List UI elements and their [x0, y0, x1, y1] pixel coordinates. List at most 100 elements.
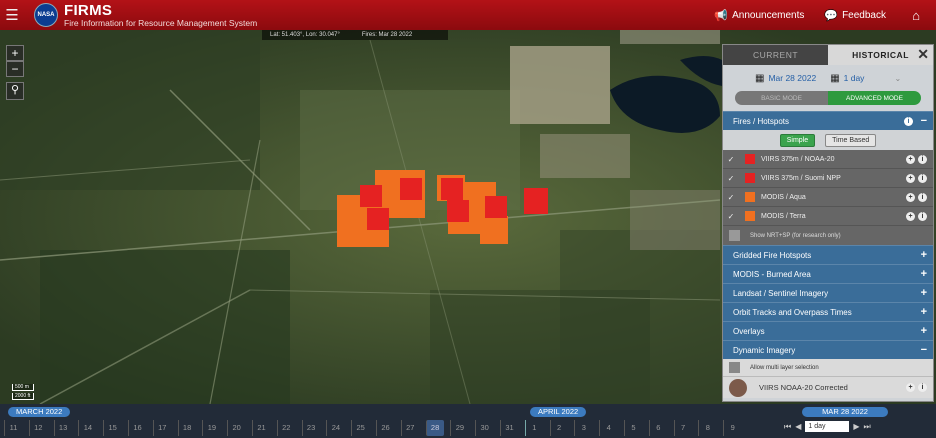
timeline-duration-select[interactable]: 1 day: [805, 421, 850, 432]
timeline-day[interactable]: 26: [376, 420, 394, 436]
timeline-day[interactable]: 25: [351, 420, 369, 436]
timeline-day[interactable]: 6: [648, 420, 667, 436]
timeline-day[interactable]: 12: [28, 420, 47, 436]
add-icon[interactable]: +: [906, 154, 915, 164]
date-picker[interactable]: Mar 28 2022: [768, 73, 816, 83]
timeline-day[interactable]: 15: [103, 420, 121, 436]
timeline-day[interactable]: 20: [227, 420, 245, 436]
layer-row[interactable]: ✓ VIIRS 375m / NOAA-20 + i: [723, 150, 933, 169]
time-based-button[interactable]: Time Based: [825, 133, 877, 147]
hotspot-viirs[interactable]: [485, 196, 507, 218]
timeline-day[interactable]: 11: [4, 420, 22, 436]
check-icon[interactable]: ✓: [723, 174, 739, 183]
timeline-day[interactable]: 13: [53, 420, 72, 436]
add-icon[interactable]: +: [906, 173, 915, 183]
calendar-icon[interactable]: ▦: [755, 73, 764, 84]
hotspot-viirs[interactable]: [447, 200, 469, 222]
timeline-day[interactable]: 29: [450, 420, 468, 436]
add-icon[interactable]: +: [906, 383, 915, 392]
info-icon[interactable]: i: [918, 173, 927, 183]
multi-layer-row[interactable]: Allow multi layer selection: [723, 359, 933, 376]
timeline-day[interactable]: 28: [425, 420, 444, 436]
feedback-link[interactable]: 💬 Feedback: [824, 9, 886, 22]
zoom-in-button[interactable]: +: [6, 45, 24, 61]
timeline-day[interactable]: 31: [500, 420, 518, 436]
collapse-icon[interactable]: −: [921, 344, 927, 356]
hotspot-viirs[interactable]: [441, 178, 463, 200]
duration-select[interactable]: 1 day: [844, 73, 865, 83]
layer-row[interactable]: ✓ MODIS / Aqua + i: [723, 188, 933, 207]
calendar-icon[interactable]: ▦: [830, 73, 839, 84]
expand-icon[interactable]: +: [921, 306, 927, 318]
timeline-day[interactable]: 9: [723, 420, 741, 436]
month-label-april[interactable]: APRIL 2022: [530, 407, 587, 417]
zoom-out-button[interactable]: −: [6, 61, 24, 77]
timeline-day[interactable]: 7: [673, 420, 692, 436]
section-overlays[interactable]: Overlays +: [723, 321, 933, 340]
section-fires-hotspots[interactable]: Fires / Hotspots i −: [723, 111, 933, 130]
info-icon[interactable]: i: [918, 383, 927, 392]
prev-icon[interactable]: ◀: [795, 422, 801, 431]
timeline-day[interactable]: 24: [326, 420, 344, 436]
multi-layer-checkbox[interactable]: [729, 362, 740, 373]
timeline-day[interactable]: 8: [698, 420, 716, 436]
hotspot-viirs[interactable]: [524, 188, 548, 214]
nrt-checkbox[interactable]: [729, 230, 740, 241]
chevron-down-icon[interactable]: ⌄: [894, 74, 901, 83]
expand-icon[interactable]: +: [921, 325, 927, 337]
section-dynamic-imagery[interactable]: Dynamic Imagery −: [723, 340, 933, 359]
check-icon[interactable]: ✓: [723, 212, 739, 221]
timeline-day[interactable]: 4: [599, 420, 617, 436]
close-icon[interactable]: ✕: [917, 46, 929, 63]
timeline-day[interactable]: 17: [152, 420, 171, 436]
section-modis-burned-area[interactable]: MODIS - Burned Area +: [723, 264, 933, 283]
advanced-mode-button[interactable]: ADVANCED MODE: [828, 91, 921, 105]
layer-row[interactable]: ✓ MODIS / Terra + i: [723, 207, 933, 226]
basic-mode-button[interactable]: BASIC MODE: [735, 91, 828, 105]
timeline-day[interactable]: 18: [177, 420, 196, 436]
info-icon[interactable]: i: [918, 192, 927, 202]
hotspot-viirs[interactable]: [400, 178, 422, 200]
announcements-link[interactable]: 📢 Announcements: [714, 9, 804, 22]
hotspot-viirs[interactable]: [360, 185, 382, 207]
hamburger-icon[interactable]: ☰: [0, 0, 24, 30]
info-icon[interactable]: i: [918, 211, 927, 221]
first-icon[interactable]: ⏮: [784, 422, 791, 432]
timeline-day[interactable]: 5: [624, 420, 642, 436]
timeline-day[interactable]: 16: [128, 420, 146, 436]
timeline-day[interactable]: 1: [524, 420, 543, 436]
imagery-layer-row[interactable]: VIIRS NOAA-20 Corrected + i: [723, 376, 933, 398]
section-orbit-tracks[interactable]: Orbit Tracks and Overpass Times +: [723, 302, 933, 321]
timeline-day[interactable]: 27: [400, 420, 419, 436]
expand-icon[interactable]: +: [921, 268, 927, 280]
timeline-day[interactable]: 22: [276, 420, 295, 436]
collapse-icon[interactable]: −: [921, 115, 927, 127]
hotspot-modis[interactable]: [480, 216, 508, 244]
home-icon[interactable]: ⌂: [906, 5, 926, 25]
info-icon[interactable]: i: [918, 154, 927, 164]
add-icon[interactable]: +: [906, 192, 915, 202]
section-landsat-sentinel[interactable]: Landsat / Sentinel Imagery +: [723, 283, 933, 302]
check-icon[interactable]: ✓: [723, 193, 739, 202]
hotspot-viirs[interactable]: [367, 208, 389, 230]
info-icon[interactable]: i: [904, 117, 913, 126]
location-icon[interactable]: ⚲: [6, 82, 24, 100]
nasa-logo[interactable]: NASA: [34, 3, 58, 27]
last-icon[interactable]: ⏭: [864, 422, 871, 432]
timeline-day[interactable]: 30: [475, 420, 493, 436]
timeline-day[interactable]: 3: [574, 420, 592, 436]
expand-icon[interactable]: +: [921, 249, 927, 261]
add-icon[interactable]: +: [906, 211, 915, 221]
expand-icon[interactable]: +: [921, 287, 927, 299]
next-icon[interactable]: ▶: [853, 422, 859, 431]
simple-button[interactable]: Simple: [779, 133, 816, 147]
timeline-day[interactable]: 2: [549, 420, 568, 436]
layer-row[interactable]: ✓ VIIRS 375m / Suomi NPP + i: [723, 169, 933, 188]
section-gridded-fire-hotspots[interactable]: Gridded Fire Hotspots +: [723, 245, 933, 264]
timeline-day[interactable]: 23: [301, 420, 320, 436]
timeline-day[interactable]: 14: [78, 420, 96, 436]
check-icon[interactable]: ✓: [723, 155, 739, 164]
timeline-day[interactable]: 19: [202, 420, 220, 436]
timeline-day[interactable]: 21: [252, 420, 270, 436]
tab-current[interactable]: CURRENT: [723, 45, 828, 65]
